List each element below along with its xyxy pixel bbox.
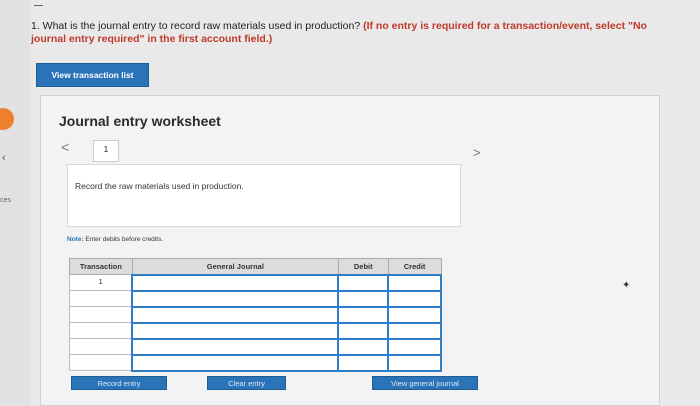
account-field[interactable] bbox=[131, 321, 340, 340]
question-status-marker[interactable] bbox=[0, 108, 14, 130]
instruction-box: Record the raw materials used in product… bbox=[67, 164, 461, 227]
sidebar-partial-label: ces bbox=[0, 197, 11, 204]
chevron-left-icon[interactable]: ‹ bbox=[2, 152, 6, 164]
credit-field[interactable] bbox=[387, 289, 442, 308]
header-general-journal: General Journal bbox=[131, 258, 339, 275]
clear-entry-button[interactable]: Clear entry bbox=[207, 376, 286, 390]
question-prompt: 1. What is the journal entry to record r… bbox=[31, 20, 361, 32]
debit-field[interactable] bbox=[337, 289, 390, 308]
mouse-pointer-icon: ✦ bbox=[622, 280, 631, 291]
debit-field[interactable] bbox=[337, 273, 390, 292]
debit-field[interactable] bbox=[337, 305, 390, 324]
table-row bbox=[69, 337, 442, 356]
credit-field[interactable] bbox=[387, 353, 442, 372]
note-label: Note: bbox=[67, 236, 84, 243]
table-row bbox=[69, 305, 442, 324]
journal-entry-worksheet: Journal entry worksheet < 1 > Record the… bbox=[40, 95, 660, 406]
header-transaction: Transaction bbox=[69, 258, 133, 275]
table-row: 1 bbox=[69, 273, 442, 292]
left-sidebar-strip: ‹ ces bbox=[0, 0, 30, 406]
worksheet-title: Journal entry worksheet bbox=[59, 113, 221, 129]
debit-field[interactable] bbox=[337, 321, 390, 340]
credit-field[interactable] bbox=[387, 321, 442, 340]
entry-page-number[interactable]: 1 bbox=[93, 140, 119, 162]
transaction-cell bbox=[69, 338, 133, 355]
note-text: Enter debits before credits. bbox=[85, 236, 164, 243]
record-entry-button[interactable]: Record entry bbox=[71, 376, 167, 390]
note: Note: Enter debits before credits. bbox=[67, 236, 163, 243]
table-row bbox=[69, 289, 442, 308]
credit-field[interactable] bbox=[387, 305, 442, 324]
credit-field[interactable] bbox=[387, 273, 442, 292]
view-general-journal-button[interactable]: View general journal bbox=[372, 376, 478, 390]
previous-entry-icon[interactable]: < bbox=[61, 139, 69, 155]
account-field[interactable] bbox=[131, 337, 340, 356]
account-field[interactable] bbox=[131, 305, 340, 324]
table-row bbox=[69, 321, 442, 340]
transaction-cell bbox=[69, 354, 133, 371]
credit-field[interactable] bbox=[387, 337, 442, 356]
journal-table: Transaction General Journal Debit Credit… bbox=[69, 258, 442, 372]
header-fragment: — bbox=[34, 0, 44, 10]
question-text: 1. What is the journal entry to record r… bbox=[31, 20, 681, 46]
view-transaction-list-button[interactable]: View transaction list bbox=[36, 63, 149, 87]
header-credit: Credit bbox=[387, 258, 442, 275]
account-field[interactable] bbox=[131, 353, 340, 372]
debit-field[interactable] bbox=[337, 353, 390, 372]
next-entry-icon[interactable]: > bbox=[473, 145, 481, 160]
account-field[interactable] bbox=[131, 273, 340, 292]
account-field[interactable] bbox=[131, 289, 340, 308]
table-row bbox=[69, 353, 442, 372]
header-debit: Debit bbox=[337, 258, 389, 275]
transaction-cell bbox=[69, 306, 133, 323]
transaction-cell: 1 bbox=[69, 274, 133, 291]
instruction-text: Record the raw materials used in product… bbox=[75, 181, 244, 191]
transaction-cell bbox=[69, 322, 133, 339]
transaction-cell bbox=[69, 290, 133, 307]
debit-field[interactable] bbox=[337, 337, 390, 356]
